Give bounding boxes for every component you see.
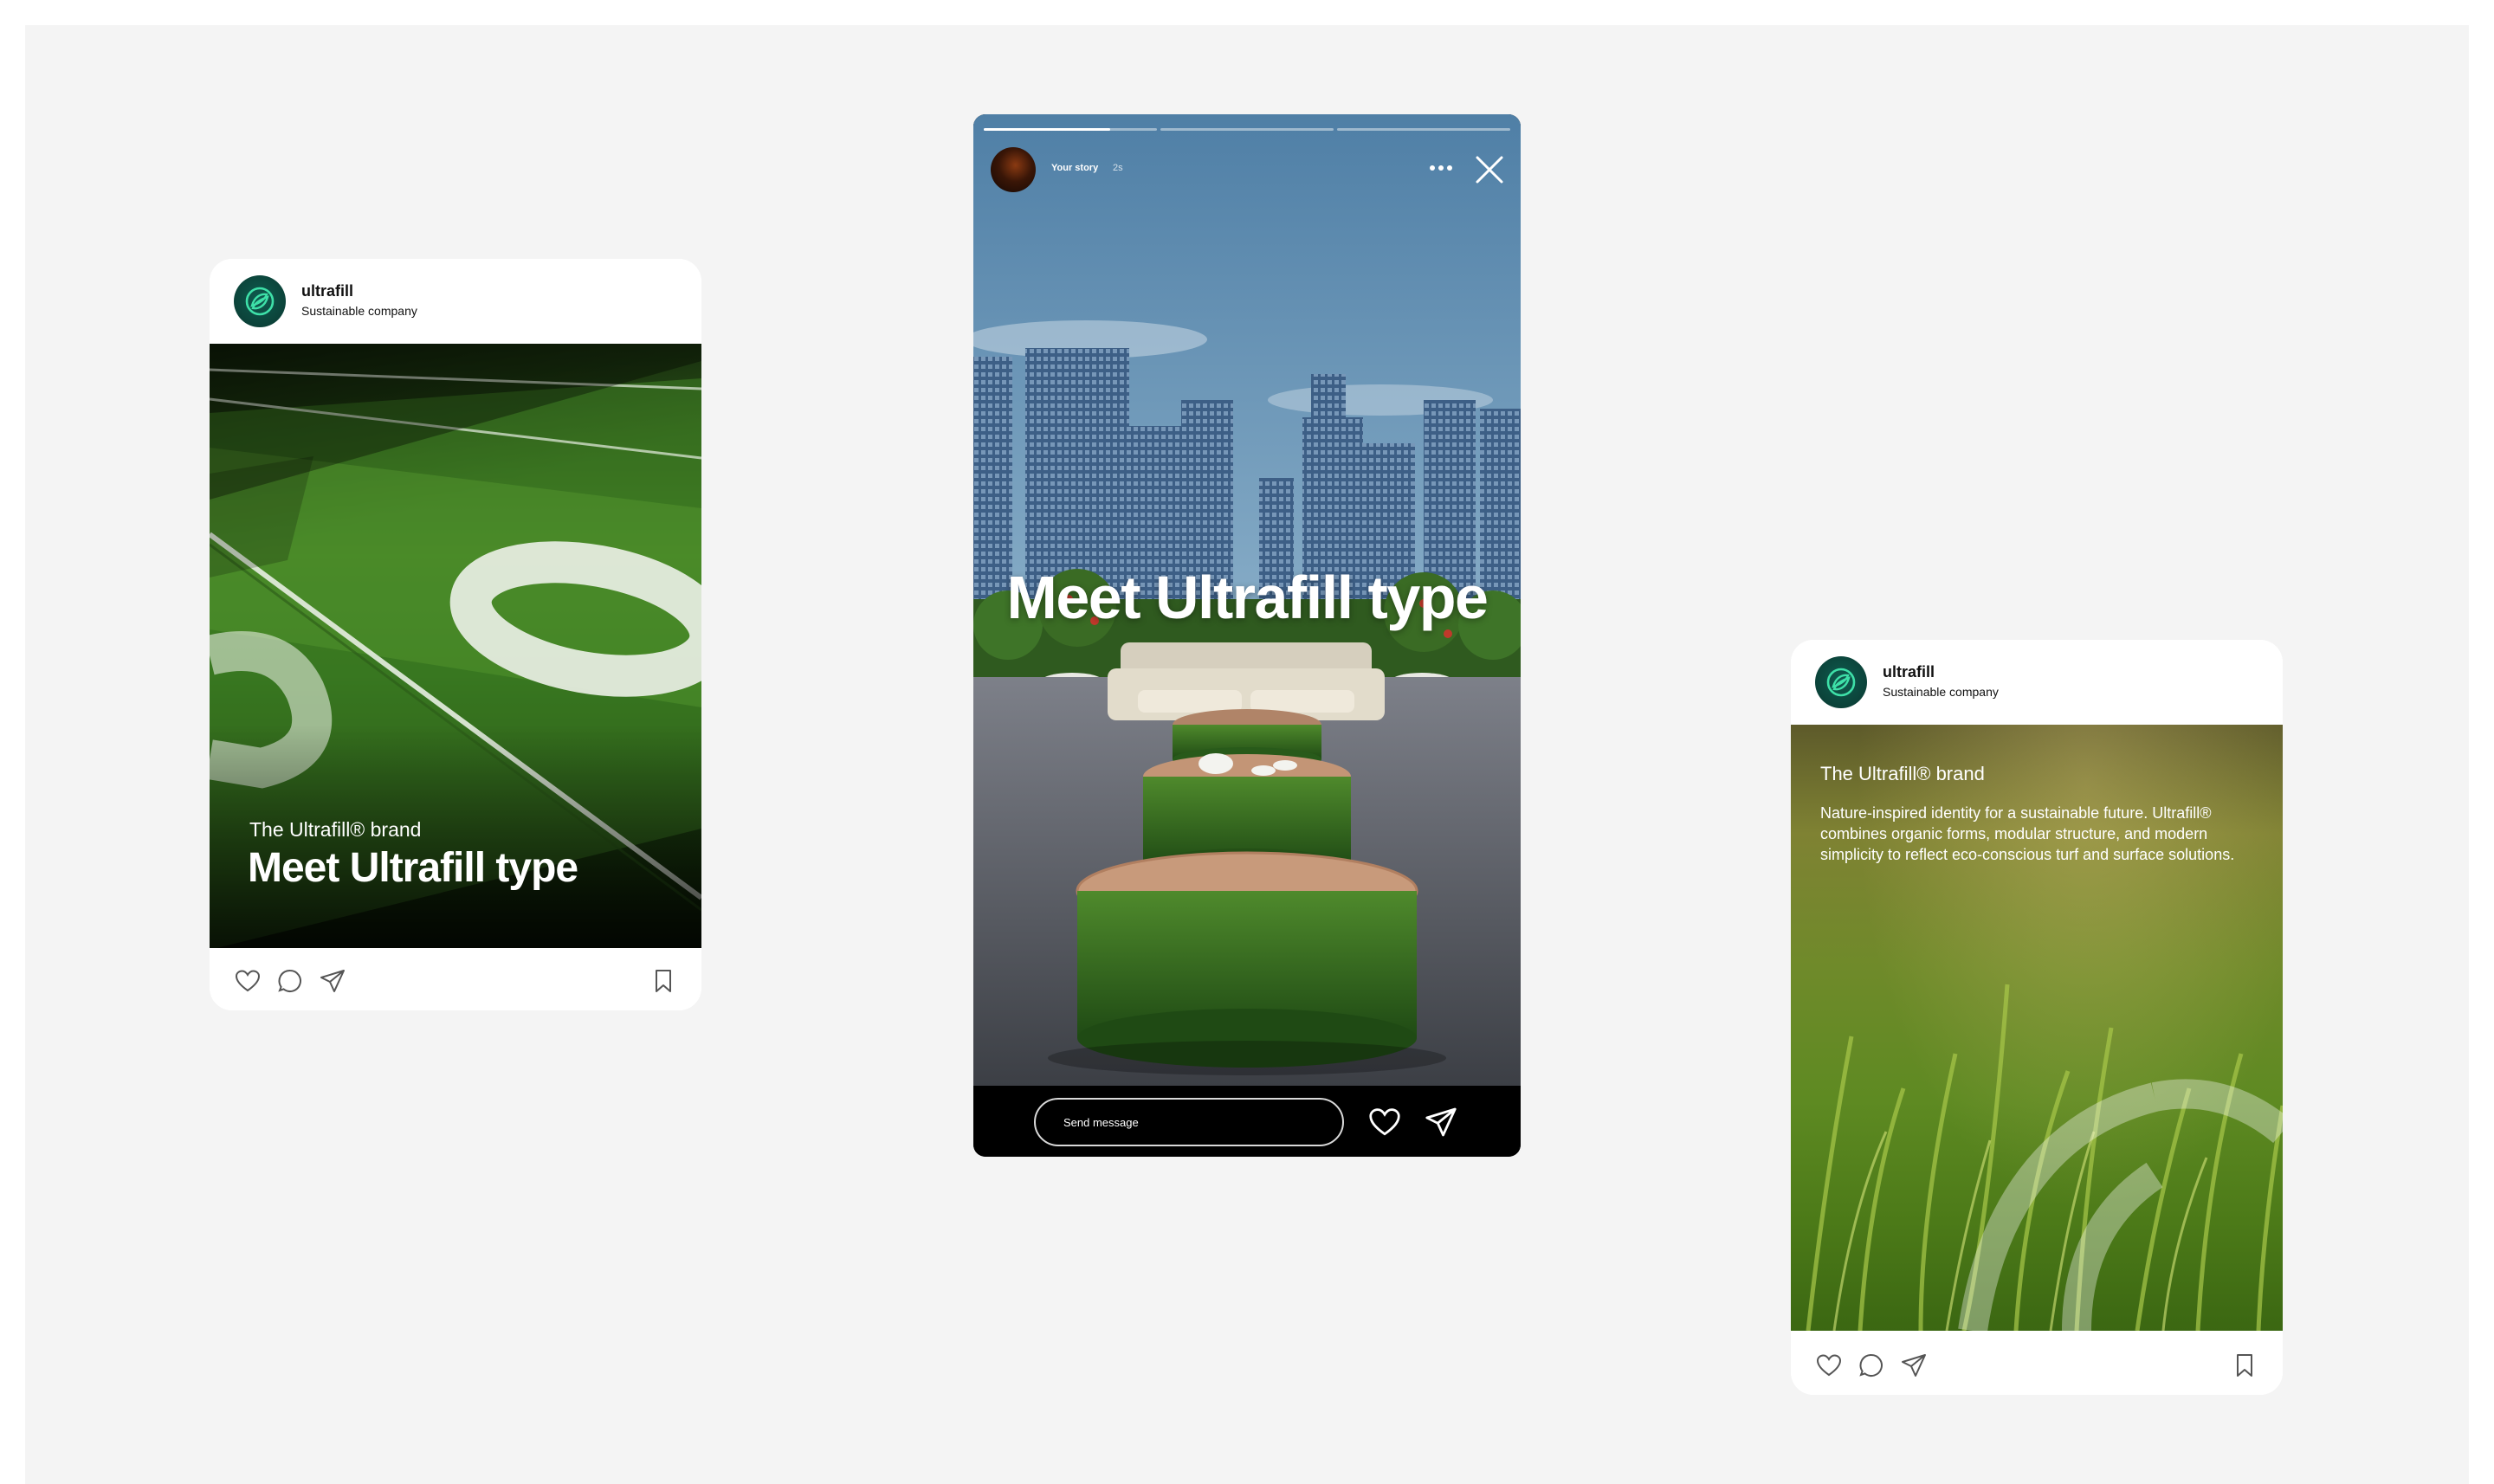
- story-reply-bar: Send message: [973, 1086, 1521, 1157]
- share-icon[interactable]: [319, 967, 346, 995]
- story-progress-1: [984, 128, 1157, 131]
- post-headline: Meet Ultrafill type: [248, 845, 578, 891]
- post-kicker: The Ultrafill® brand: [249, 818, 422, 841]
- story-headline: Meet Ultrafill type: [1006, 564, 1489, 631]
- post-header: ultrafill Sustainable company: [1791, 640, 2283, 725]
- account-name[interactable]: ultrafill: [301, 282, 353, 300]
- comment-icon[interactable]: [1858, 1352, 1885, 1379]
- story-username[interactable]: Your story: [1051, 163, 1098, 173]
- more-icon[interactable]: [1425, 158, 1457, 178]
- post-kicker: The Ultrafill® brand: [1820, 763, 1985, 784]
- story-viewer: Your story 2s Meet Ultrafill type Send m…: [973, 114, 1521, 1157]
- feed-post-right: ultrafill Sustainable company The Ultraf…: [1791, 640, 2283, 1395]
- account-subtitle: Sustainable company: [1883, 685, 1999, 699]
- story-progress-3: [1337, 128, 1510, 131]
- post-actions: [210, 948, 701, 1010]
- bookmark-icon[interactable]: [2231, 1352, 2258, 1379]
- story-avatar[interactable]: [991, 147, 1036, 192]
- comment-icon[interactable]: [276, 967, 304, 995]
- share-icon[interactable]: [1900, 1352, 1928, 1379]
- story-progress-2: [1160, 128, 1334, 131]
- send-icon[interactable]: [1424, 1105, 1458, 1139]
- heart-icon[interactable]: [1815, 1352, 1843, 1379]
- account-name[interactable]: ultrafill: [1883, 663, 1935, 681]
- send-message-input[interactable]: Send message: [1034, 1098, 1344, 1146]
- bookmark-icon[interactable]: [649, 967, 677, 995]
- post-actions: [1791, 1332, 2283, 1395]
- ultrafill-logo-icon[interactable]: [1815, 656, 1867, 708]
- post-header: ultrafill Sustainable company: [210, 259, 701, 344]
- post-image-football-field[interactable]: The Ultrafill® brand Meet Ultrafill type: [210, 344, 701, 950]
- account-subtitle: Sustainable company: [301, 304, 417, 318]
- heart-icon[interactable]: [234, 967, 262, 995]
- close-icon[interactable]: [1474, 154, 1505, 185]
- ultrafill-logo-icon[interactable]: [234, 275, 286, 327]
- post-description: Nature-inspired identity for a sustainab…: [1820, 804, 2235, 863]
- feed-post-left: ultrafill Sustainable company The Ultraf…: [210, 259, 701, 1010]
- send-message-placeholder: Send message: [1063, 1116, 1139, 1129]
- story-timestamp: 2s: [1113, 163, 1123, 173]
- post-image-grass-closeup[interactable]: The Ultrafill® brand Nature-inspired ide…: [1791, 725, 2283, 1331]
- heart-icon[interactable]: [1367, 1105, 1402, 1139]
